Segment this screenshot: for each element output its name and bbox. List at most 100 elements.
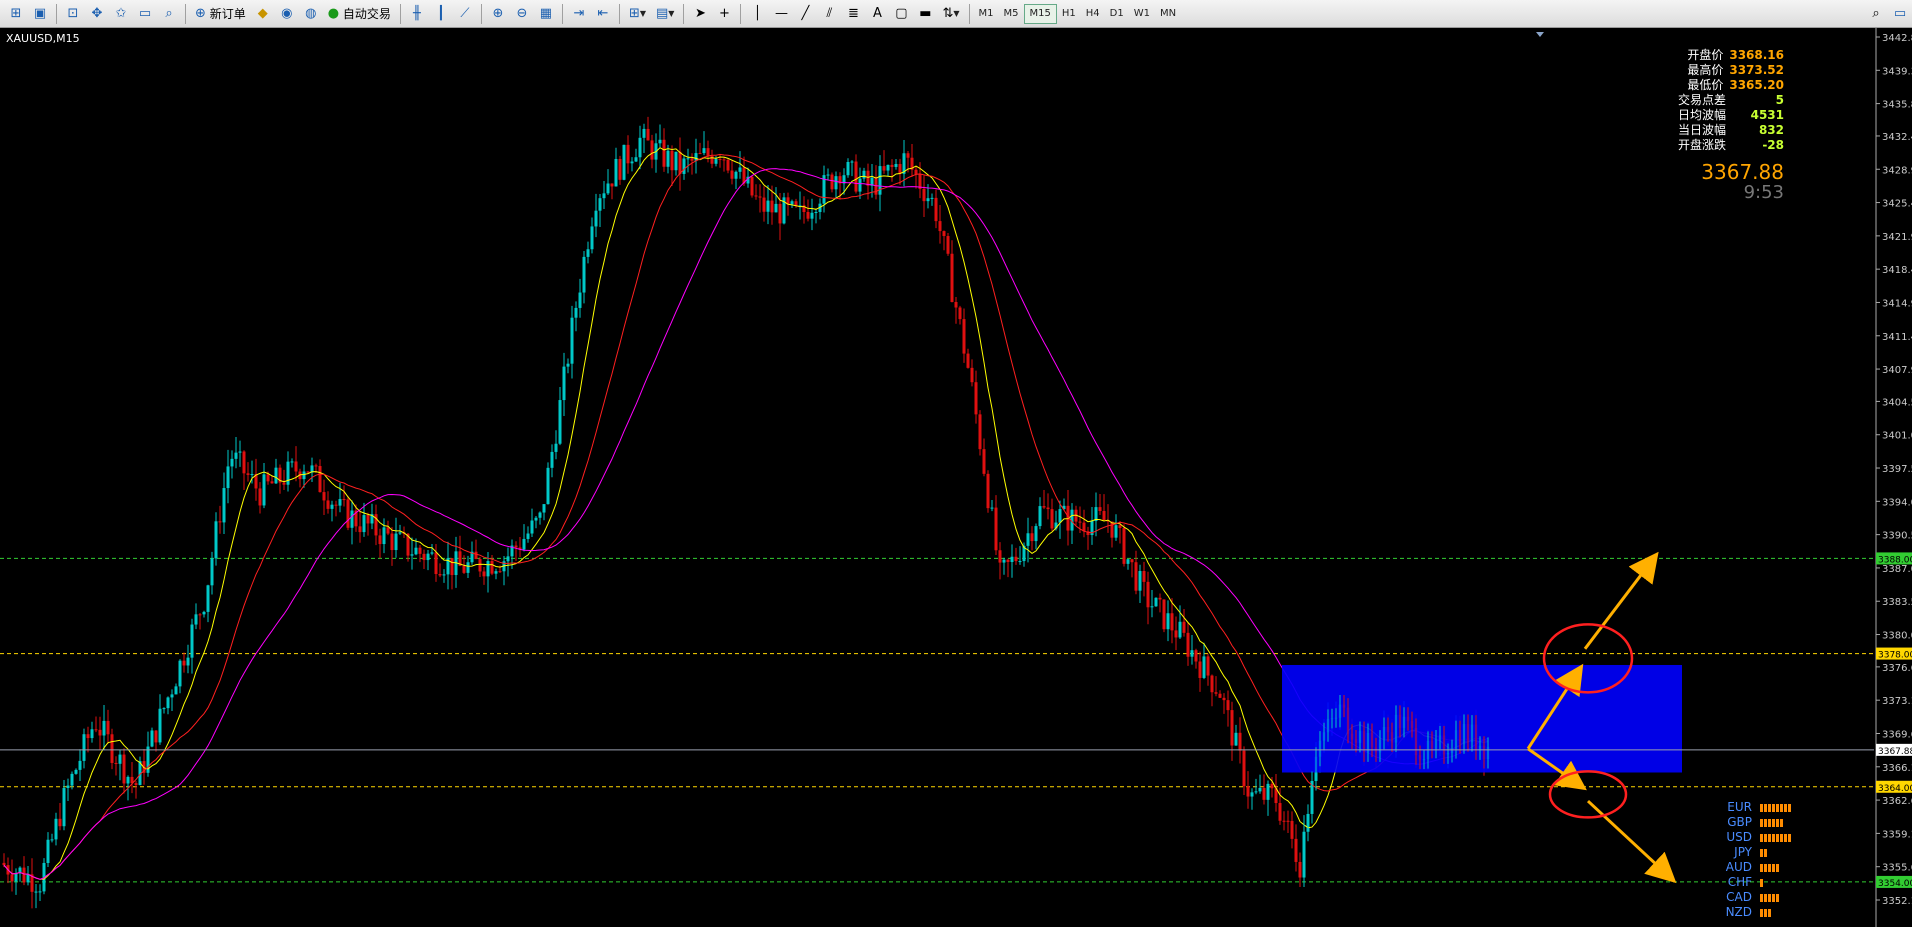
timeframe-h4[interactable]: H4 — [1081, 4, 1105, 24]
metaeditor-button[interactable]: ◆ — [252, 3, 274, 25]
zoom-out-button[interactable]: ⊖ — [511, 3, 533, 25]
trendline-button[interactable]: ╱ — [794, 3, 816, 25]
info-value: 4531 — [1750, 108, 1784, 122]
timeframe-m15[interactable]: M15 — [1023, 3, 1057, 24]
candle-body — [1222, 697, 1226, 701]
info-value: -28 — [1762, 138, 1784, 152]
arrows-button[interactable]: ⇅ ▼ — [938, 3, 963, 25]
candle-body — [110, 734, 114, 763]
candle-body — [1118, 525, 1122, 528]
cursor-button[interactable]: ➤ — [689, 3, 711, 25]
candle-body — [334, 504, 338, 506]
candle-body — [2, 862, 6, 866]
data-window-button[interactable]: ✥ — [86, 3, 108, 25]
candle-body — [78, 760, 82, 770]
info-value: 832 — [1758, 123, 1784, 137]
candle-body — [926, 198, 930, 202]
candle-body — [410, 554, 414, 556]
search-button[interactable]: ⌕ — [1865, 3, 1887, 25]
strength-bars — [1760, 848, 1800, 857]
candle-body — [434, 552, 438, 575]
candle-body — [238, 451, 242, 453]
periods-button[interactable]: ▤ ▼ — [652, 3, 678, 25]
strength-bars — [1760, 908, 1800, 917]
chart-shift-button[interactable]: ⇤ — [592, 3, 614, 25]
axis-label: 3428.90 — [1882, 165, 1912, 176]
currency-name: CHF — [1727, 875, 1752, 889]
text-button[interactable]: A — [866, 3, 888, 25]
candle-body — [34, 891, 38, 893]
candle-body — [530, 520, 534, 534]
candle-body — [626, 144, 630, 164]
chart-shift-icon: ⇤ — [597, 6, 609, 21]
zoom-in-icon: ⊕ — [492, 6, 504, 21]
candle-body — [998, 550, 1002, 563]
candle-body — [294, 461, 298, 472]
candle-body — [570, 317, 574, 364]
axis-label: 3376.60 — [1882, 663, 1912, 674]
bar-chart-button[interactable]: ╫ — [406, 3, 428, 25]
candle-body — [686, 158, 690, 160]
timeframe-mn[interactable]: MN — [1155, 4, 1181, 24]
crosshair-button[interactable]: + — [713, 3, 735, 25]
fibonacci-button[interactable]: ≣ — [842, 3, 864, 25]
candle-body — [974, 382, 978, 415]
candle-body — [74, 769, 78, 774]
auto-scroll-button[interactable]: ⇥ — [568, 3, 590, 25]
auto-trading-button[interactable]: ● 自动交易 — [324, 3, 395, 25]
candle-body — [1122, 527, 1126, 564]
timeframe-m5[interactable]: M5 — [999, 4, 1024, 24]
timeframe-d1[interactable]: D1 — [1105, 4, 1129, 24]
candle-body — [302, 471, 306, 480]
new-order-button[interactable]: ⊕ 新订单 — [191, 3, 250, 25]
candle-body — [66, 785, 70, 789]
candle-body — [494, 571, 498, 574]
candle-body — [862, 170, 866, 179]
currency-row-chf: CHF — [1722, 875, 1800, 890]
editor-icon: ◆ — [257, 6, 268, 21]
candle-body — [622, 144, 626, 180]
candle-body — [994, 507, 998, 551]
candle-body — [642, 128, 646, 138]
profiles-button[interactable]: ▣ — [29, 3, 51, 25]
timeframe-h1[interactable]: H1 — [1057, 4, 1081, 24]
timeframe-w1[interactable]: W1 — [1129, 4, 1155, 24]
info-row: 开盘价 3368.16 — [1678, 48, 1784, 63]
line-chart-button[interactable]: ⟋ — [454, 3, 476, 25]
strategy-tester-button[interactable]: ⌕ — [158, 3, 180, 25]
candle-body — [582, 256, 586, 293]
chat-button[interactable]: ▭ — [1889, 3, 1911, 25]
candle-body — [134, 783, 138, 785]
channel-button[interactable]: ⫽ — [818, 3, 840, 25]
horizontal-line-button[interactable]: — — [770, 3, 792, 25]
rectangle-button[interactable]: ▬ — [914, 3, 936, 25]
candle-body — [810, 212, 814, 219]
candle-body — [226, 466, 230, 489]
market-button[interactable]: ◍ — [300, 3, 322, 25]
navigator-button[interactable]: ✩ — [110, 3, 132, 25]
tile-windows-button[interactable]: ▦ — [535, 3, 557, 25]
axis-label: 3414.90 — [1882, 298, 1912, 309]
candle-body — [366, 515, 370, 524]
market-watch-button[interactable]: ⊡ — [62, 3, 84, 25]
timeframe-m1[interactable]: M1 — [974, 4, 999, 24]
candle-body — [958, 307, 962, 320]
candle-body — [258, 488, 262, 506]
new-chart-button[interactable]: ⊞ — [5, 3, 27, 25]
currency-name: NZD — [1725, 905, 1752, 919]
price-chart[interactable]: 3442.80 3439.30 3435.80 3432.40 3428.90 3425.… — [0, 28, 1912, 927]
candle-body — [718, 159, 722, 161]
terminal-button[interactable]: ▭ — [134, 3, 156, 25]
candle-body — [262, 474, 266, 506]
zoom-in-button[interactable]: ⊕ — [487, 3, 509, 25]
candle-body — [566, 363, 570, 367]
candle-body — [618, 158, 622, 180]
candle-body — [338, 499, 342, 506]
vertical-line-button[interactable]: │ — [746, 3, 768, 25]
candlestick-button[interactable]: ┃ — [430, 3, 452, 25]
text-label-button[interactable]: ▢ — [890, 3, 912, 25]
indicators-button[interactable]: ⊞ ▼ — [625, 3, 650, 25]
signals-button[interactable]: ◉ — [276, 3, 298, 25]
info-label: 当日波幅 — [1677, 123, 1726, 137]
candle-body — [250, 474, 254, 476]
